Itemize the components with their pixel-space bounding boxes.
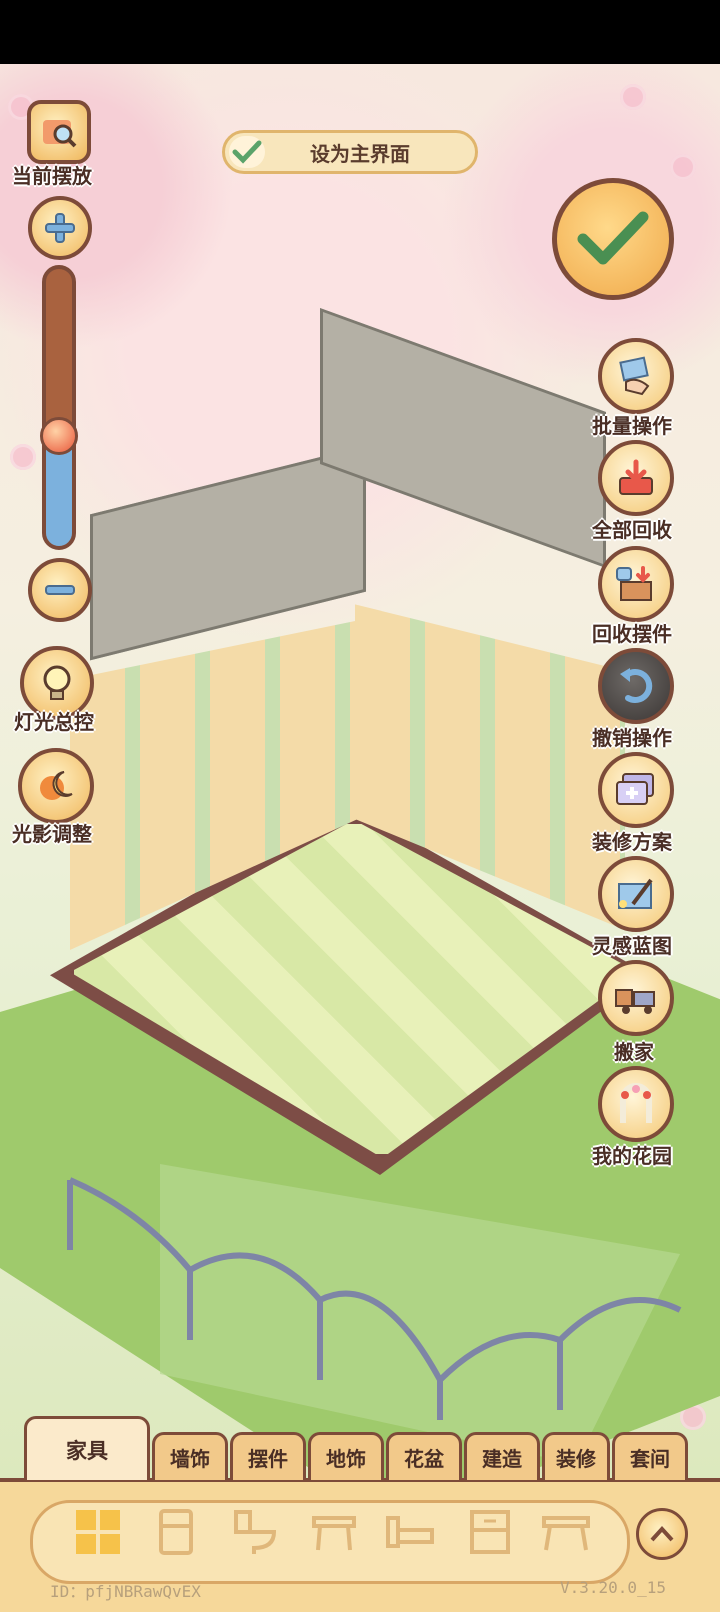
set-as-main-screen-button[interactable]: 设为主界面 [222, 130, 478, 174]
zoom-out-button[interactable] [28, 558, 92, 622]
move-house-button[interactable] [598, 960, 674, 1036]
lightbulb-icon [43, 665, 71, 700]
current-placement-button[interactable] [27, 100, 91, 164]
decoration-plan-button[interactable] [598, 752, 674, 828]
recycle-all-button[interactable] [598, 440, 674, 516]
player-id: ID：pfjNBRawQvEX [50, 1582, 201, 1601]
garden-fence[interactable] [60, 1150, 720, 1420]
light-control-label: 灯光总控 [14, 710, 94, 734]
blossom-decoration [10, 444, 36, 470]
fridge-icon[interactable] [150, 1506, 202, 1558]
garden-arch-icon [620, 1083, 652, 1123]
tab-ornaments[interactable]: 摆件 [230, 1432, 306, 1480]
box-arrow-icon [616, 566, 652, 601]
plus-icon [45, 213, 75, 243]
hand-cards-icon [619, 356, 650, 396]
sun-moon-icon [40, 771, 73, 800]
zoom-slider[interactable] [42, 265, 76, 550]
zoom-slider-handle[interactable] [40, 417, 78, 455]
bed-icon[interactable] [384, 1506, 436, 1558]
batch-operation-label: 批量操作 [592, 414, 672, 438]
blueprint-icon [618, 878, 653, 909]
zoom-in-button[interactable] [28, 196, 92, 260]
decoration-plan-label: 装修方案 [592, 830, 672, 854]
checkmark-icon [577, 211, 649, 265]
blossom-decoration [670, 154, 696, 180]
tab-floor-decor[interactable]: 地饰 [308, 1432, 384, 1480]
confirm-button[interactable] [552, 178, 674, 300]
grid-icon[interactable] [72, 1506, 124, 1558]
tab-wall-decor[interactable]: 墙饰 [152, 1432, 228, 1480]
expand-tray-button[interactable] [636, 1508, 688, 1560]
toilet-icon[interactable] [228, 1506, 280, 1558]
undo-icon [620, 668, 653, 703]
current-placement-label: 当前摆放 [12, 164, 92, 188]
cabinet-icon[interactable] [464, 1506, 516, 1558]
recycle-ornaments-button[interactable] [598, 546, 674, 622]
desk-icon[interactable] [540, 1506, 592, 1558]
version-text: V.3.20.0_15 [560, 1578, 666, 1597]
checkmark-icon [229, 136, 265, 168]
shadow-adjust-button[interactable] [18, 748, 94, 824]
tab-build[interactable]: 建造 [464, 1432, 540, 1480]
tab-flower-pots[interactable]: 花盆 [386, 1432, 462, 1480]
my-garden-button[interactable] [598, 1066, 674, 1142]
undo-label: 撤销操作 [592, 726, 672, 750]
plan-cards-icon [616, 773, 654, 805]
blossom-decoration [620, 84, 646, 110]
recycle-tray-icon [619, 459, 653, 495]
set-as-main-screen-label: 设为主界面 [310, 141, 410, 166]
undo-button[interactable] [598, 648, 674, 724]
shadow-adjust-label: 光影调整 [12, 822, 92, 846]
inspiration-blueprint-label: 灵感蓝图 [592, 934, 672, 958]
recycle-ornaments-label: 回收摆件 [592, 622, 672, 646]
tab-renovate[interactable]: 装修 [542, 1432, 610, 1480]
inspiration-blueprint-button[interactable] [598, 856, 674, 932]
table-icon[interactable] [308, 1506, 360, 1558]
recycle-all-label: 全部回收 [592, 518, 672, 542]
my-garden-label: 我的花园 [592, 1144, 672, 1168]
move-house-label: 搬家 [614, 1040, 654, 1064]
truck-icon [615, 989, 655, 1014]
minus-icon [45, 585, 75, 595]
chevron-up-icon [650, 1526, 674, 1542]
batch-operation-button[interactable] [598, 338, 674, 414]
tab-suites[interactable]: 套间 [612, 1432, 688, 1480]
magnifier-icon [43, 120, 77, 148]
tab-furniture[interactable]: 家具 [24, 1416, 150, 1480]
